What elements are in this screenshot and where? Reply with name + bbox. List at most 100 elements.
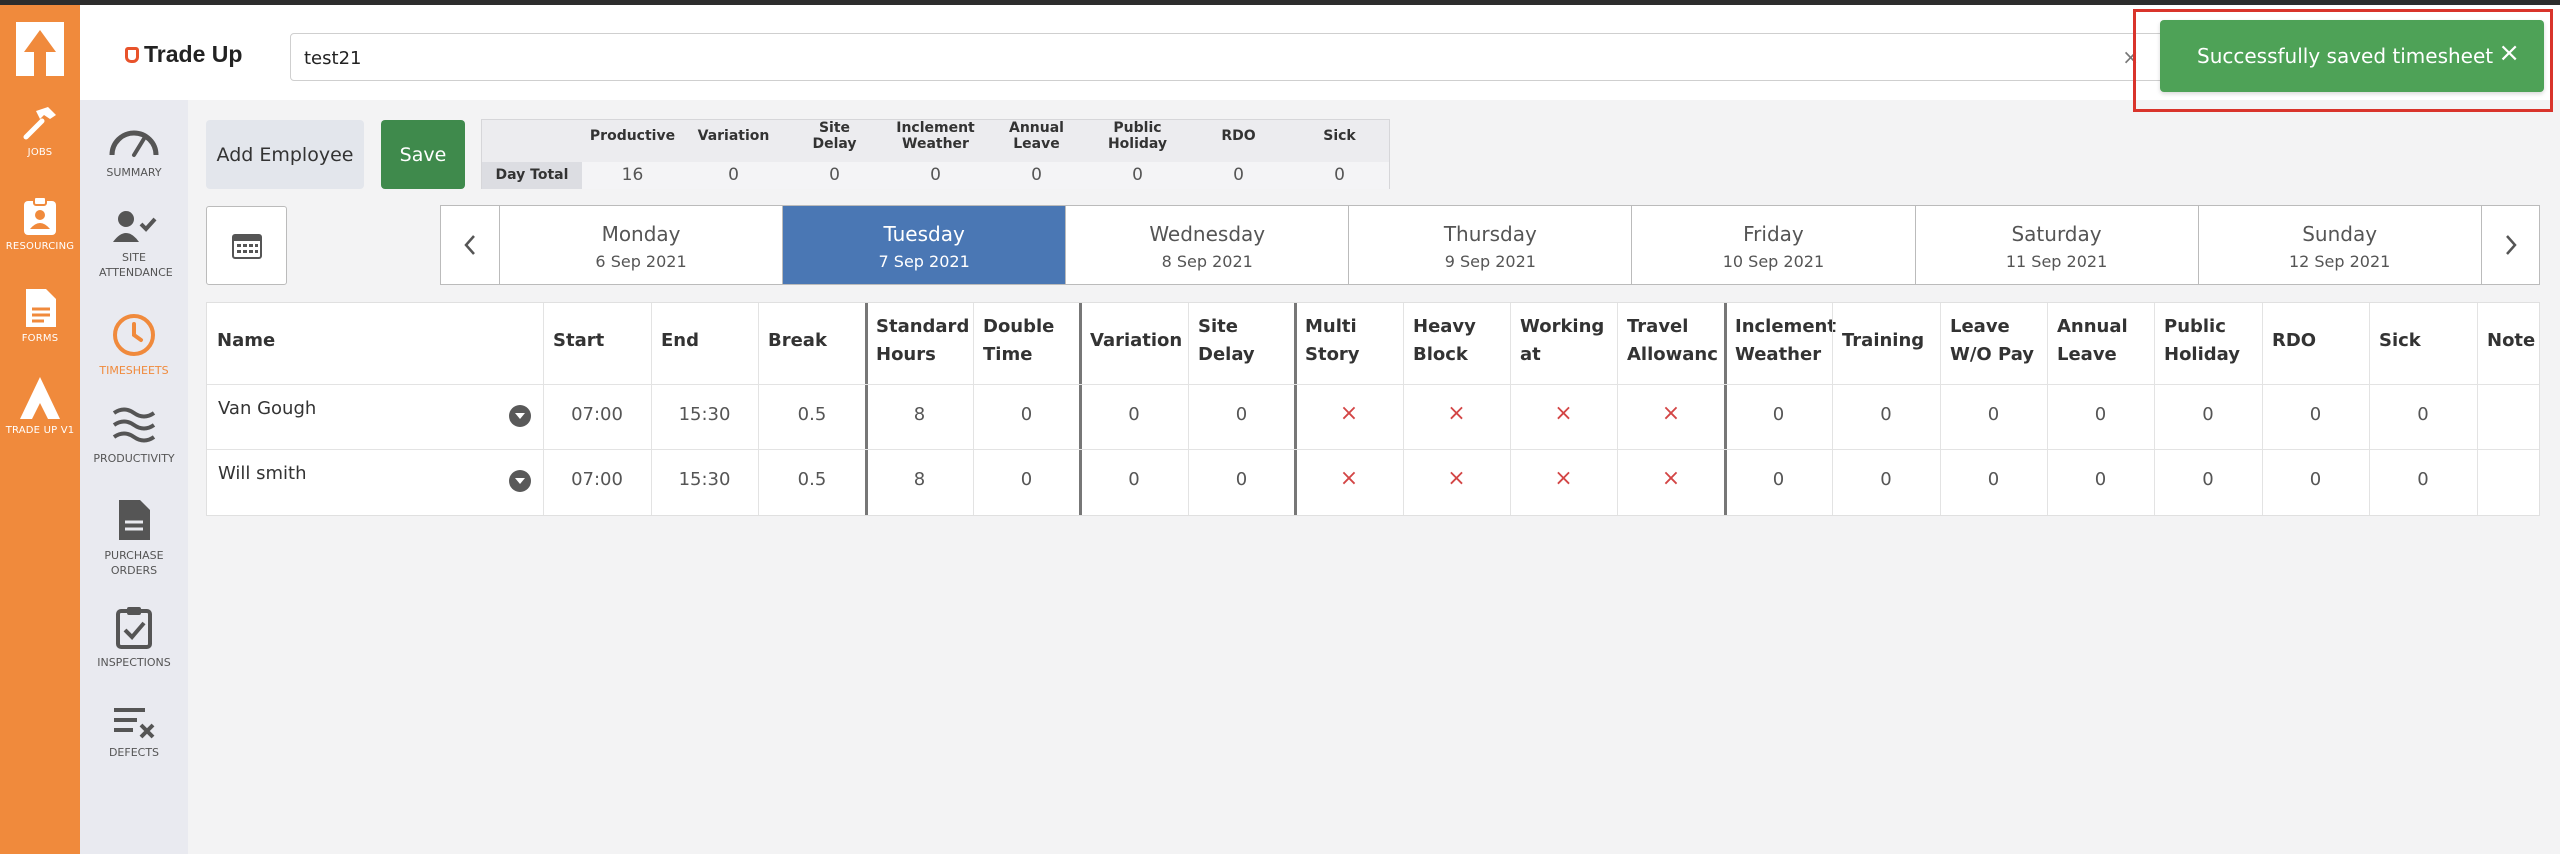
table-cell[interactable]: 0 bbox=[1188, 469, 1295, 490]
previous-week-button[interactable] bbox=[441, 206, 499, 284]
table-cell[interactable]: 0 bbox=[1725, 404, 1832, 425]
cross-icon[interactable]: × bbox=[1403, 466, 1510, 491]
table-cell[interactable]: 0 bbox=[1940, 469, 2047, 490]
table-cell[interactable]: 0 bbox=[2369, 404, 2477, 425]
table-cell[interactable]: 0 bbox=[1188, 404, 1295, 425]
table-cell[interactable]: 0 bbox=[2154, 404, 2262, 425]
table-cell[interactable]: 0.5 bbox=[758, 404, 866, 425]
add-employee-button[interactable]: Add Employee bbox=[206, 120, 364, 189]
clock-icon bbox=[113, 314, 155, 356]
table-cell[interactable]: 07:00 bbox=[543, 469, 651, 490]
day-tab-friday[interactable]: Friday 10 Sep 2021 bbox=[1631, 206, 1914, 284]
table-cell[interactable]: 0 bbox=[2047, 469, 2154, 490]
table-row: Will smith 07:00 15:30 0.5 8 0 0 0 × × × × 0 0 0 0 0 0 0 bbox=[207, 449, 2539, 514]
cross-icon[interactable]: × bbox=[1295, 401, 1403, 426]
table-cell[interactable]: 0 bbox=[2369, 469, 2477, 490]
day-date: 12 Sep 2021 bbox=[2288, 252, 2391, 271]
day-tab-sunday[interactable]: Sunday 12 Sep 2021 bbox=[2197, 206, 2481, 284]
brand-logo[interactable]: Trade Up bbox=[125, 41, 242, 68]
column-header: Name bbox=[217, 330, 276, 351]
cross-icon[interactable]: × bbox=[1403, 401, 1510, 426]
rail-item-jobs[interactable]: JOBS bbox=[0, 103, 80, 158]
column-header: Sick bbox=[2379, 330, 2421, 351]
table-cell[interactable]: 0 bbox=[1080, 404, 1188, 425]
cross-icon[interactable]: × bbox=[1510, 466, 1617, 491]
table-cell[interactable]: 15:30 bbox=[651, 469, 758, 490]
sidebar-item-inspections[interactable]: INSPECTIONS bbox=[80, 605, 188, 670]
cross-icon[interactable]: × bbox=[1295, 466, 1403, 491]
rail-item-trade-up-v1[interactable]: TRADE UP V1 bbox=[0, 375, 80, 436]
chevron-down-icon[interactable] bbox=[509, 405, 531, 427]
brand-mark-icon bbox=[125, 46, 139, 63]
sidebar-item-label: PURCHASE ORDERS bbox=[104, 549, 164, 577]
totals-value-cell: 0 bbox=[1233, 165, 1244, 185]
rail-item-forms[interactable]: FORMS bbox=[0, 287, 80, 344]
column-header: Start bbox=[553, 330, 605, 351]
day-name: Wednesday bbox=[1149, 222, 1266, 246]
day-tab-wednesday[interactable]: Wednesday 8 Sep 2021 bbox=[1065, 206, 1348, 284]
day-name: Sunday bbox=[2302, 222, 2378, 246]
cross-icon[interactable]: × bbox=[1617, 401, 1725, 426]
success-toast: Successfully saved timesheet × bbox=[2160, 20, 2544, 92]
sidebar-item-productivity[interactable]: PRODUCTIVITY bbox=[80, 405, 188, 466]
column-header: Working at bbox=[1520, 316, 1605, 365]
cross-icon[interactable]: × bbox=[1617, 466, 1725, 491]
day-date: 10 Sep 2021 bbox=[1722, 252, 1825, 271]
column-header: Variation bbox=[1090, 330, 1183, 351]
totals-value-cell: 0 bbox=[930, 165, 941, 185]
sidebar-item-summary[interactable]: SUMMARY bbox=[80, 125, 188, 180]
cross-icon[interactable]: × bbox=[1510, 401, 1617, 426]
search-input-value[interactable]: test21 bbox=[304, 48, 361, 69]
column-header: End bbox=[661, 330, 699, 351]
rail-item-label: FORMS bbox=[21, 333, 59, 344]
table-cell[interactable]: 0.5 bbox=[758, 469, 866, 490]
table-cell[interactable]: 0 bbox=[2154, 469, 2262, 490]
job-search-select[interactable]: test21 × bbox=[290, 33, 2190, 81]
table-cell[interactable]: 07:00 bbox=[543, 404, 651, 425]
table-cell[interactable]: 8 bbox=[866, 404, 973, 425]
clipboard-check-icon bbox=[116, 607, 152, 649]
column-header: Double Time bbox=[983, 316, 1055, 365]
chevron-left-icon bbox=[464, 235, 475, 255]
day-tab-tuesday[interactable]: Tuesday 7 Sep 2021 bbox=[782, 206, 1066, 284]
table-cell[interactable]: 0 bbox=[1832, 469, 1940, 490]
table-cell[interactable]: 0 bbox=[1725, 469, 1832, 490]
column-header: RDO bbox=[2272, 330, 2317, 351]
column-header: Annual Leave bbox=[2057, 316, 2128, 365]
table-cell[interactable]: 0 bbox=[1080, 469, 1188, 490]
table-cell[interactable]: 8 bbox=[866, 469, 973, 490]
day-totals-table: Day Total Productive 16 Variation 0 Site Dela… bbox=[481, 119, 1390, 189]
day-total-label: Day Total bbox=[482, 162, 582, 189]
day-name: Monday bbox=[601, 222, 681, 246]
totals-header-cell: Inclement Weather bbox=[896, 120, 975, 152]
sidebar-item-site-attendance[interactable]: SITE ATTENDANCE bbox=[80, 210, 188, 280]
table-cell[interactable]: 15:30 bbox=[651, 404, 758, 425]
save-button[interactable]: Save bbox=[381, 120, 465, 189]
trade-up-logo-icon[interactable] bbox=[0, 13, 80, 89]
totals-header-cell: Sick bbox=[1323, 128, 1356, 144]
sidebar-item-purchase-orders[interactable]: PURCHASE ORDERS bbox=[80, 498, 188, 578]
day-tab-monday[interactable]: Monday 6 Sep 2021 bbox=[499, 206, 782, 284]
day-tab-saturday[interactable]: Saturday 11 Sep 2021 bbox=[1914, 206, 2198, 284]
totals-value-cell: 0 bbox=[1334, 165, 1345, 185]
close-icon[interactable]: × bbox=[2498, 38, 2520, 68]
table-cell[interactable]: 0 bbox=[973, 469, 1080, 490]
sidebar-item-timesheets[interactable]: TIMESHEETS bbox=[80, 313, 188, 378]
day-tab-thursday[interactable]: Thursday 9 Sep 2021 bbox=[1348, 206, 1631, 284]
column-header: Heavy Block bbox=[1413, 316, 1476, 365]
totals-header-cell: RDO bbox=[1221, 128, 1256, 144]
chevron-down-icon[interactable] bbox=[509, 470, 531, 492]
rail-item-resourcing[interactable]: RESOURCING bbox=[0, 195, 80, 252]
hammer-icon bbox=[23, 107, 56, 140]
table-cell[interactable]: 0 bbox=[2047, 404, 2154, 425]
table-cell[interactable]: 0 bbox=[1832, 404, 1940, 425]
sidebar-item-defects[interactable]: DEFECTS bbox=[80, 705, 188, 760]
sidebar-item-label: INSPECTIONS bbox=[97, 656, 171, 669]
table-cell[interactable]: 0 bbox=[973, 404, 1080, 425]
table-cell[interactable]: 0 bbox=[2262, 469, 2369, 490]
table-cell[interactable]: 0 bbox=[1940, 404, 2047, 425]
next-week-button[interactable] bbox=[2481, 206, 2539, 284]
table-cell[interactable]: 0 bbox=[2262, 404, 2369, 425]
column-header: Break bbox=[768, 330, 827, 351]
calendar-button[interactable] bbox=[206, 206, 287, 285]
